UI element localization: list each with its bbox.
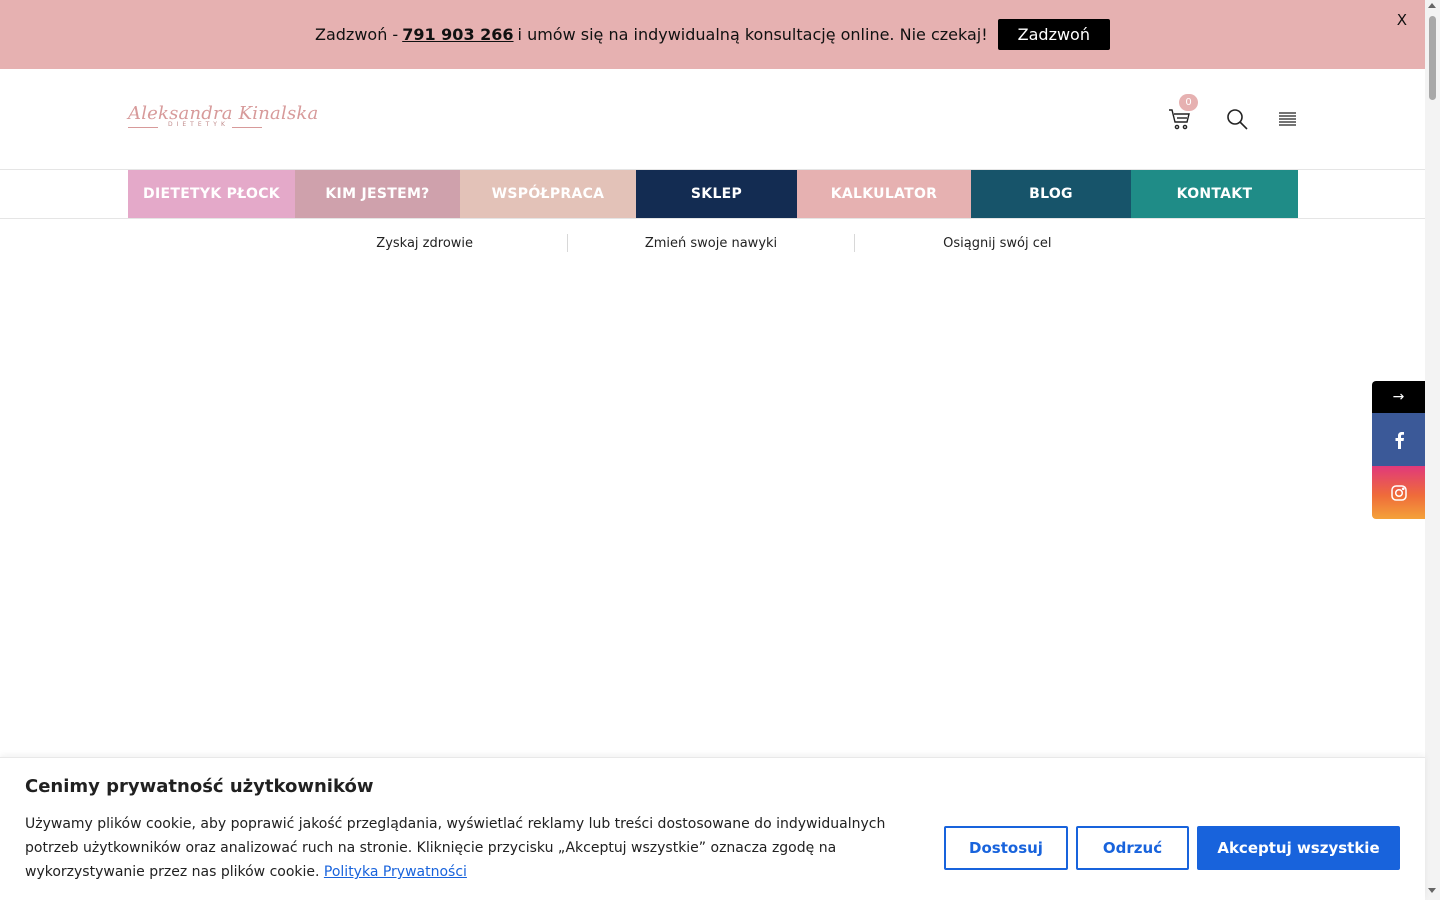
promo-close-button[interactable]: X xyxy=(1397,11,1407,29)
scrollbar-thumb[interactable] xyxy=(1429,16,1436,100)
cookie-reject-button[interactable]: Odrzuć xyxy=(1076,826,1189,870)
privacy-policy-link[interactable]: Polityka Prywatności xyxy=(324,864,467,880)
nav-divider xyxy=(0,218,1425,219)
instagram-button[interactable] xyxy=(1372,466,1425,519)
nav-item-kalkulator[interactable]: KALKULATOR xyxy=(797,170,971,218)
promo-phone-link[interactable]: 791 903 266 xyxy=(402,25,513,44)
logo-subtitle: DIETETYK xyxy=(168,121,229,128)
cookie-accept-all-button[interactable]: Akceptuj wszystkie xyxy=(1197,826,1400,870)
logo-line-left xyxy=(128,127,158,128)
site-header: Aleksandra Kinalska DIETETYK 0 xyxy=(0,69,1425,170)
promo-bar: Zadzwoń - 791 903 266 i umów się na indy… xyxy=(0,0,1425,69)
page: Zadzwoń - 791 903 266 i umów się na indy… xyxy=(0,0,1440,900)
instagram-icon xyxy=(1390,484,1407,501)
cookie-customize-button[interactable]: Dostosuj xyxy=(944,826,1068,870)
promo-text-before: Zadzwoń - xyxy=(315,25,399,44)
facebook-button[interactable] xyxy=(1372,413,1425,466)
cookie-banner: Cenimy prywatność użytkowników Używamy p… xyxy=(0,757,1425,900)
nav-item-wspolpraca[interactable]: WSPÓŁPRACA xyxy=(460,170,636,218)
nav-item-kontakt[interactable]: KONTAKT xyxy=(1131,170,1298,218)
submenu: Zyskaj zdrowie Zmień swoje nawyki Osiągn… xyxy=(282,232,1140,254)
page-scrollbar[interactable] xyxy=(1425,0,1440,900)
cart-count-badge: 0 xyxy=(1179,94,1198,111)
nav-item-kim-jestem[interactable]: KIM JESTEM? xyxy=(295,170,460,218)
social-sidebar: → xyxy=(1372,381,1425,519)
search-icon[interactable] xyxy=(1226,108,1248,130)
logo-line-right xyxy=(232,127,262,128)
submenu-item-zyskaj-zdrowie[interactable]: Zyskaj zdrowie xyxy=(282,232,567,254)
cookie-text: Używamy plików cookie, aby poprawić jako… xyxy=(25,812,905,884)
scroll-down-arrow-icon[interactable] xyxy=(1428,888,1436,893)
nav-item-sklep[interactable]: SKLEP xyxy=(636,170,797,218)
submenu-item-osiagnij-cel[interactable]: Osiągnij swój cel xyxy=(855,232,1140,254)
main-nav: DIETETYK PŁOCK KIM JESTEM? WSPÓŁPRACA SK… xyxy=(128,170,1298,218)
facebook-icon xyxy=(1395,431,1404,449)
promo-text-after: i umów się na indywidualną konsultację o… xyxy=(517,25,988,44)
scroll-up-arrow-icon[interactable] xyxy=(1428,3,1436,8)
social-toggle-button[interactable]: → xyxy=(1372,381,1425,413)
submenu-item-zmien-nawyki[interactable]: Zmień swoje nawyki xyxy=(568,232,853,254)
hamburger-icon[interactable] xyxy=(1279,112,1296,126)
call-button[interactable]: Zadzwoń xyxy=(997,19,1110,50)
nav-item-dietetyk-plock[interactable]: DIETETYK PŁOCK xyxy=(128,170,295,218)
nav-item-blog[interactable]: BLOG xyxy=(971,170,1131,218)
site-logo[interactable]: Aleksandra Kinalska DIETETYK xyxy=(128,103,318,135)
cookie-title: Cenimy prywatność użytkowników xyxy=(25,776,374,797)
